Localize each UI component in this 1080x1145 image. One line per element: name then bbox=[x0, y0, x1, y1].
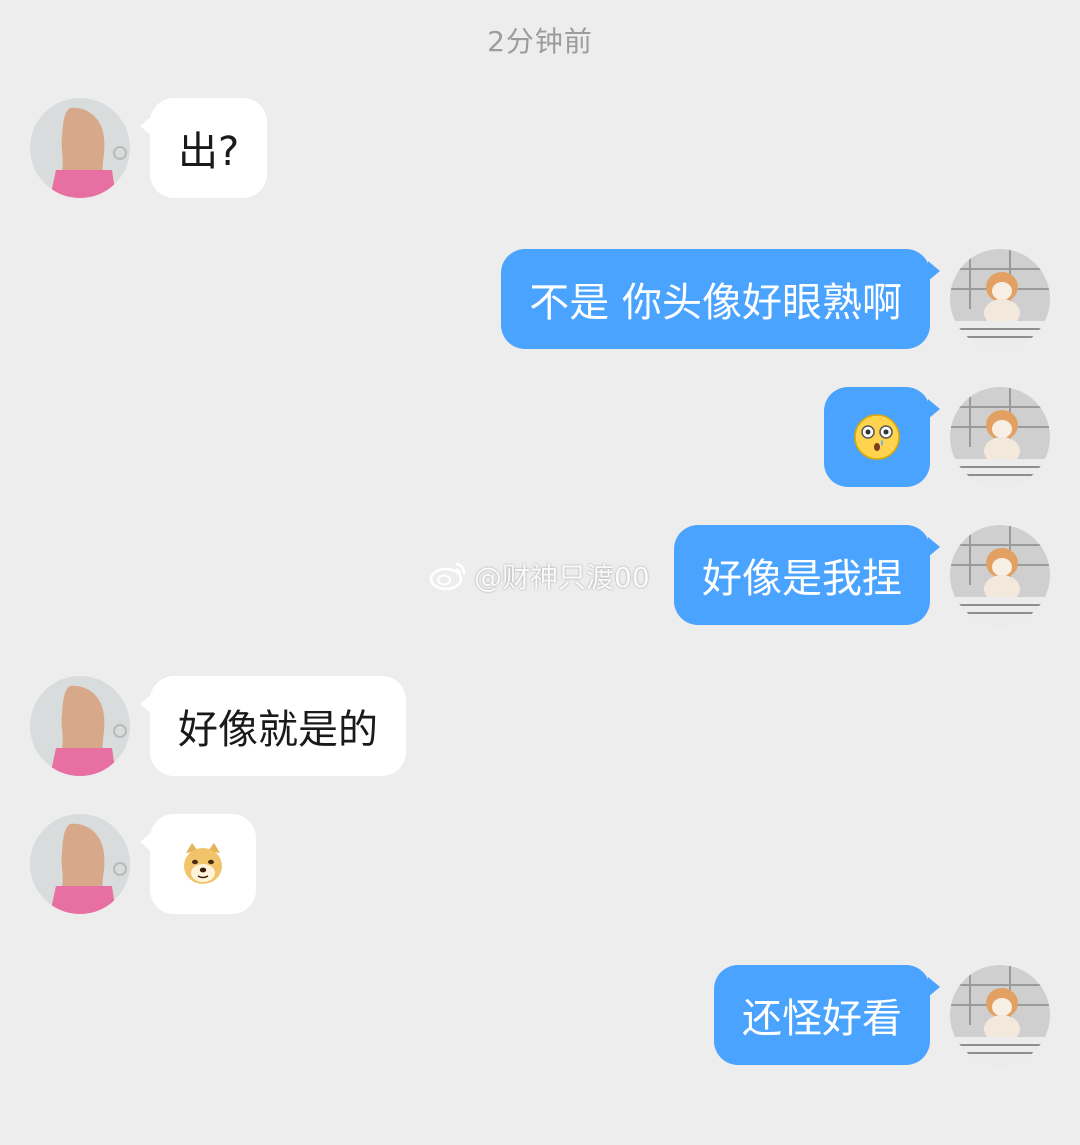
watermark-text: @财神只渡00 bbox=[474, 561, 650, 594]
message-text: 出? bbox=[178, 129, 240, 175]
weibo-watermark: @财神只渡00 bbox=[428, 556, 650, 596]
my-avatar[interactable] bbox=[950, 965, 1050, 1065]
message-bubble-incoming[interactable]: 好像就是的 bbox=[140, 676, 406, 776]
my-avatar[interactable] bbox=[950, 249, 1050, 349]
weibo-logo-icon bbox=[429, 562, 466, 591]
contact-avatar[interactable] bbox=[30, 814, 130, 914]
message-text: 好像是我捏 bbox=[702, 556, 902, 602]
message-bubble-incoming[interactable]: 出? bbox=[139, 98, 268, 198]
flushed-face-emoji bbox=[854, 414, 900, 460]
message-bubble-outgoing[interactable] bbox=[824, 387, 940, 487]
message-text: 还怪好看 bbox=[742, 996, 902, 1042]
contact-avatar[interactable] bbox=[30, 98, 130, 198]
my-avatar[interactable] bbox=[950, 525, 1050, 625]
my-avatar[interactable] bbox=[950, 387, 1050, 487]
message-bubble-outgoing[interactable]: 不是 你头像好眼熟啊 bbox=[501, 249, 940, 349]
message-text: 不是 你头像好眼熟啊 bbox=[529, 280, 902, 326]
doge-emoji bbox=[184, 843, 222, 884]
message-bubble-outgoing[interactable]: 还怪好看 bbox=[714, 965, 940, 1065]
message-bubble-outgoing[interactable]: 好像是我捏 bbox=[674, 525, 940, 625]
contact-avatar[interactable] bbox=[30, 676, 130, 776]
chat-timestamp: 2分钟前 bbox=[487, 25, 593, 58]
message-text: 好像就是的 bbox=[178, 707, 378, 753]
message-bubble-incoming[interactable] bbox=[140, 814, 256, 914]
